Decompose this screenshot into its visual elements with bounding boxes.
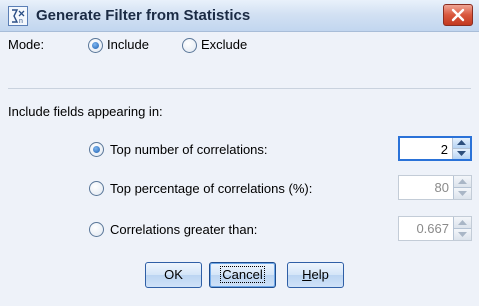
section-label: Include fields appearing in: (8, 104, 163, 119)
help-button-label: elp (311, 267, 329, 282)
close-icon (451, 8, 465, 22)
cancel-button-label: Cancel (220, 266, 265, 283)
mode-exclude-radio[interactable] (182, 38, 197, 53)
top-number-label[interactable]: Top number of correlations: (110, 142, 268, 157)
top-number-radio[interactable] (89, 142, 104, 157)
top-percentage-label[interactable]: Top percentage of correlations (%): (110, 181, 312, 196)
top-percentage-down-button[interactable] (453, 187, 471, 199)
help-mnemonic: H (302, 267, 312, 282)
chevron-down-icon (458, 190, 467, 196)
correlations-greater-label[interactable]: Correlations greater than: (110, 222, 257, 237)
mode-label: Mode: (8, 37, 45, 52)
correlations-greater-spinner[interactable]: 0.667 (398, 216, 472, 241)
window-title: Generate Filter from Statistics (36, 7, 251, 24)
correlations-greater-down-button[interactable] (453, 228, 471, 240)
close-button[interactable] (443, 4, 473, 26)
divider (8, 88, 471, 89)
chevron-down-icon (458, 231, 467, 237)
top-number-down-button[interactable] (452, 148, 470, 159)
chevron-up-icon (458, 219, 467, 225)
help-button[interactable]: Help (287, 262, 344, 288)
ok-button[interactable]: OK (145, 262, 202, 288)
stats-filter-icon: n (8, 6, 28, 26)
correlations-greater-radio[interactable] (89, 222, 104, 237)
chevron-up-icon (458, 178, 467, 184)
top-number-value[interactable]: 2 (441, 142, 448, 157)
top-percentage-value[interactable]: 80 (435, 180, 449, 195)
correlations-greater-up-button[interactable] (453, 217, 471, 229)
cancel-button[interactable]: Cancel (209, 262, 276, 288)
correlations-greater-value[interactable]: 0.667 (416, 221, 449, 236)
top-number-up-button[interactable] (452, 138, 470, 149)
mode-include-radio[interactable] (88, 38, 103, 53)
mode-include-label[interactable]: Include (107, 37, 149, 52)
top-percentage-radio[interactable] (89, 181, 104, 196)
title-bar[interactable]: n Generate Filter from Statistics (0, 0, 479, 32)
chevron-down-icon (457, 151, 466, 157)
top-number-spinner[interactable]: 2 (398, 136, 472, 161)
top-percentage-spinner[interactable]: 80 (398, 175, 472, 200)
svg-text:n: n (19, 18, 23, 25)
mode-exclude-label[interactable]: Exclude (201, 37, 247, 52)
chevron-up-icon (457, 140, 466, 146)
top-percentage-up-button[interactable] (453, 176, 471, 188)
